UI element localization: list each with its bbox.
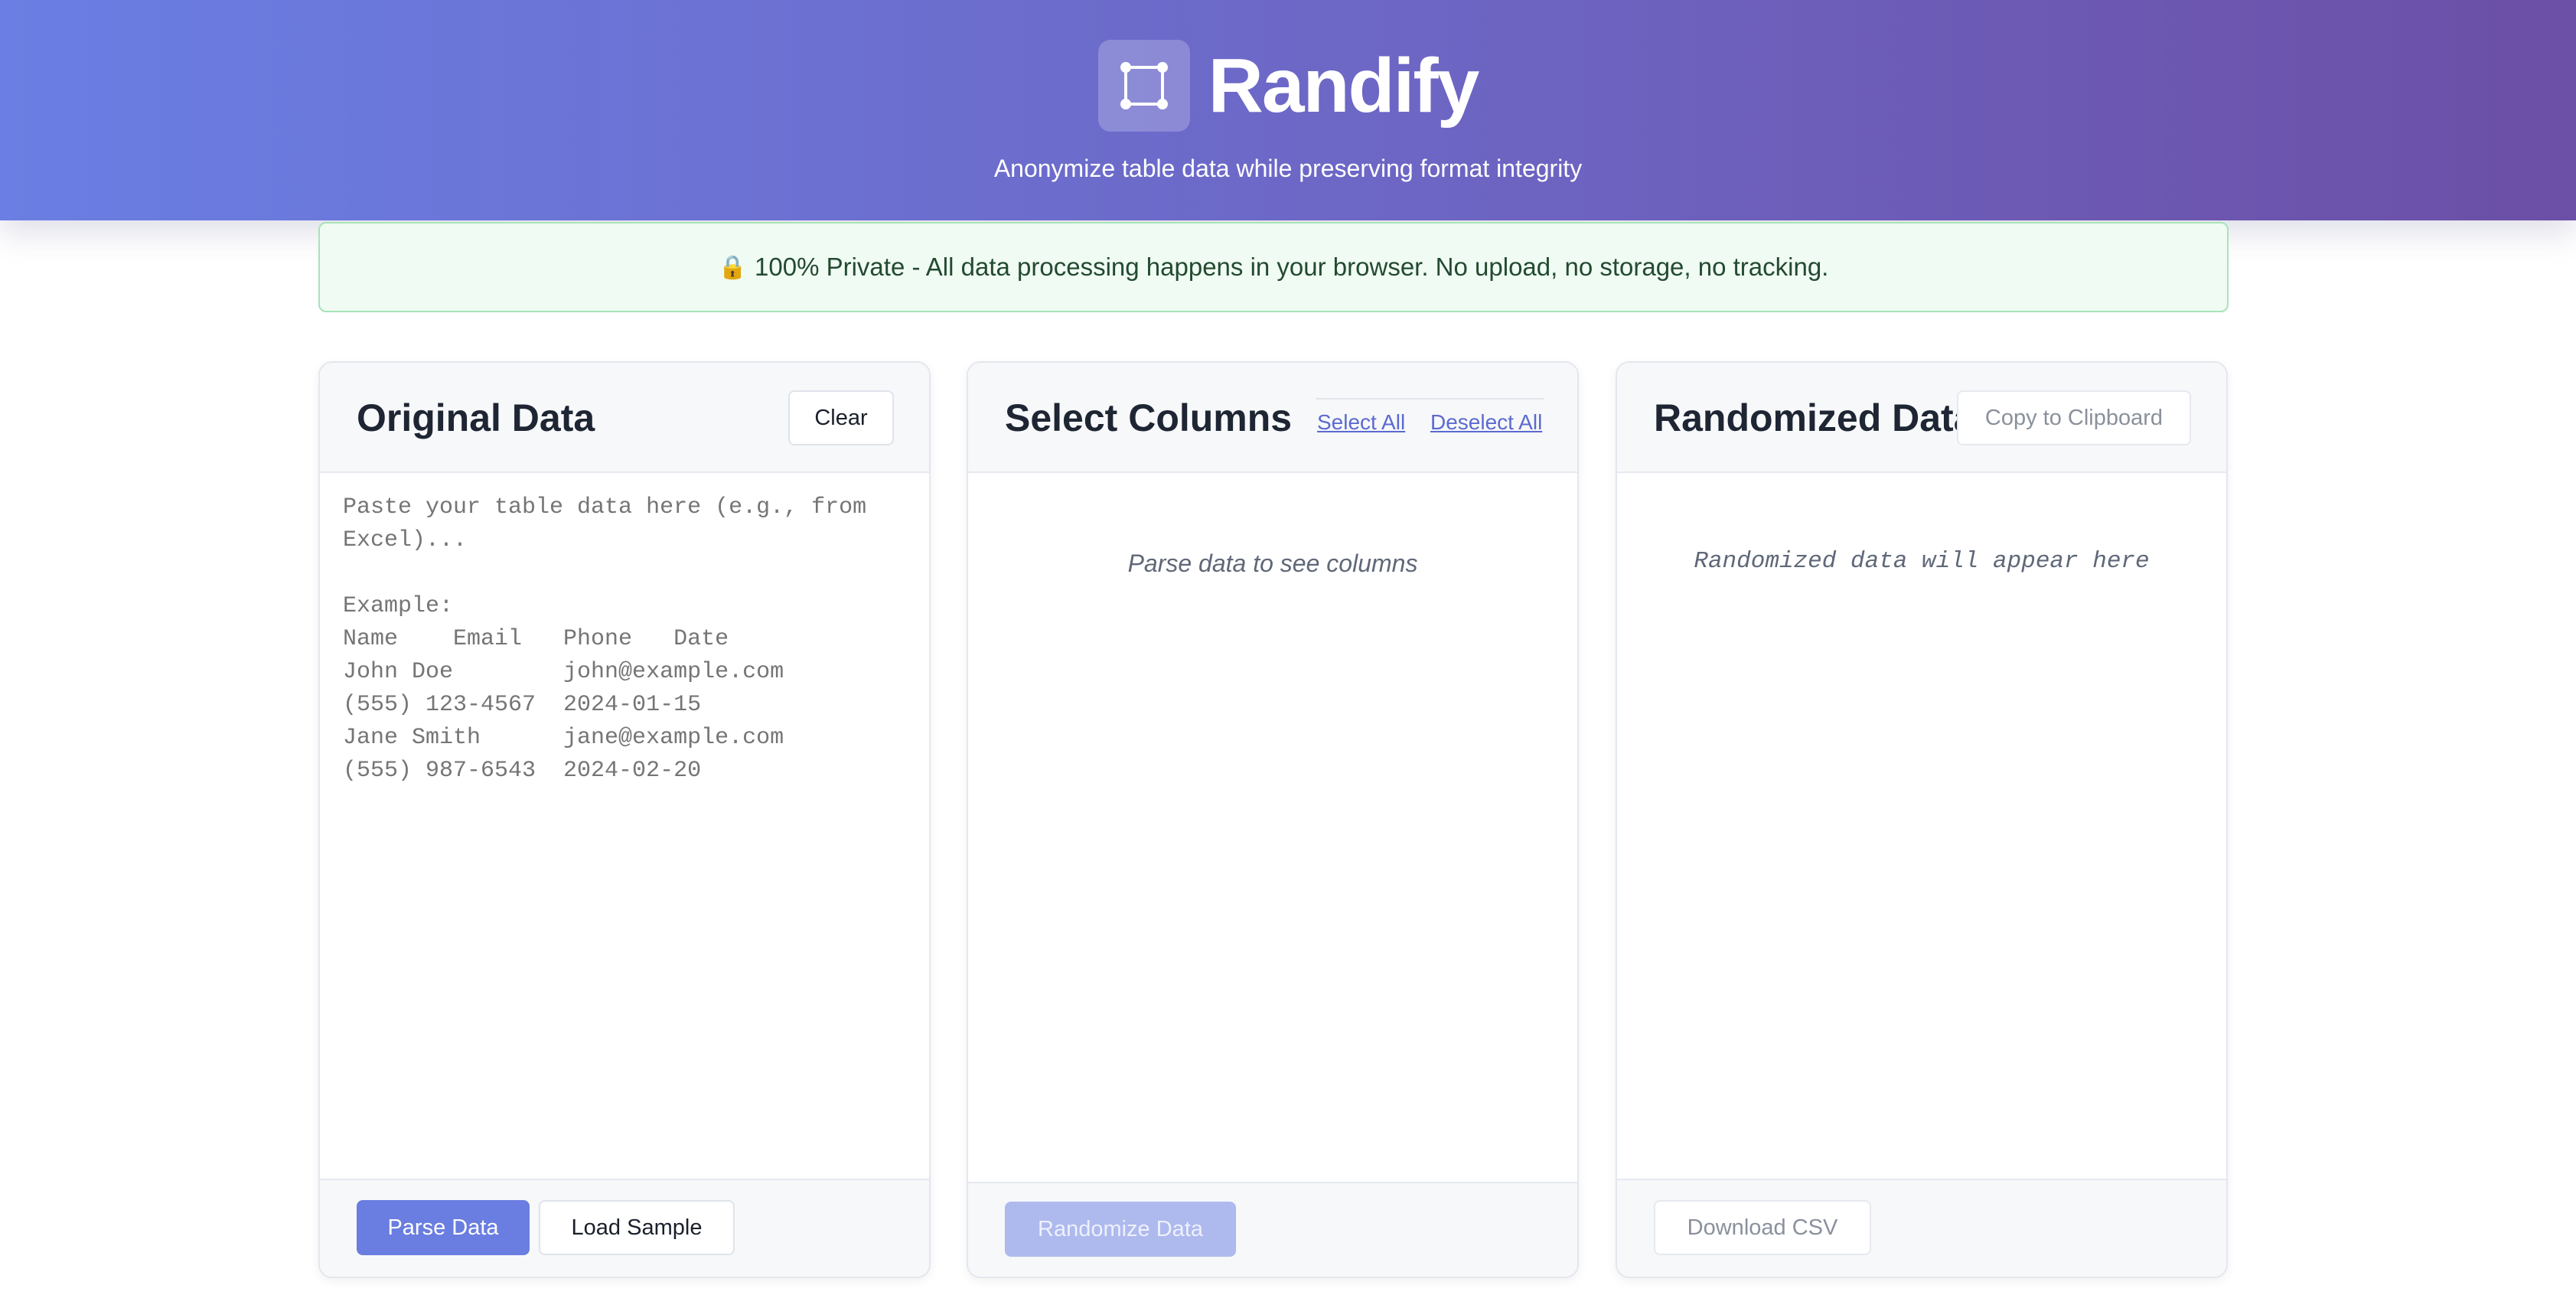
randomized-empty-message: Randomized data will appear here [1694, 548, 2150, 575]
select-all-link[interactable]: Select All [1317, 410, 1405, 435]
app-title: Randify [1208, 43, 1480, 129]
randomized-data-panel: Randomized Data Copy to Clipboard Random… [1616, 361, 2228, 1278]
data-input-textarea[interactable] [343, 491, 909, 1150]
original-data-panel: Original Data Clear Parse Data Load Samp… [318, 361, 931, 1278]
panel-footer: Parse Data Load Sample [320, 1179, 929, 1277]
copy-to-clipboard-button[interactable]: Copy to Clipboard [1957, 390, 2191, 445]
panel-title: Original Data [357, 396, 595, 439]
select-columns-panel: Select Columns Select All Deselect All P… [967, 361, 1579, 1278]
panel-header: Original Data Clear [320, 363, 929, 473]
app-tagline: Anonymize table data while preserving fo… [993, 155, 1583, 182]
columns-empty-message: Parse data to see columns [1127, 550, 1418, 577]
panel-header: Randomized Data Copy to Clipboard [1617, 363, 2226, 473]
link-divider [1316, 398, 1544, 400]
lock-icon: 🔒 [718, 254, 748, 280]
deselect-all-link[interactable]: Deselect All [1430, 410, 1542, 435]
download-csv-button[interactable]: Download CSV [1654, 1200, 1871, 1255]
parse-data-button[interactable]: Parse Data [357, 1200, 530, 1255]
privacy-notice: 🔒 100% Private - All data processing hap… [318, 222, 2229, 312]
panel-title: Randomized Data [1654, 396, 1975, 439]
panel-title: Select Columns [1005, 396, 1293, 439]
vector-square-icon [1120, 62, 1168, 109]
brand: Randify [0, 40, 2576, 132]
randomize-data-button[interactable]: Randomize Data [1005, 1202, 1236, 1257]
app-header: Randify Anonymize table data while prese… [0, 0, 2576, 220]
clear-button[interactable]: Clear [788, 390, 894, 445]
panel-footer: Randomize Data [968, 1182, 1577, 1277]
load-sample-button[interactable]: Load Sample [539, 1200, 735, 1255]
panel-footer: Download CSV [1617, 1179, 2226, 1277]
panel-header: Select Columns Select All Deselect All [968, 363, 1577, 473]
logo [1097, 40, 1190, 132]
privacy-text: 100% Private - All data processing happe… [755, 253, 1829, 281]
